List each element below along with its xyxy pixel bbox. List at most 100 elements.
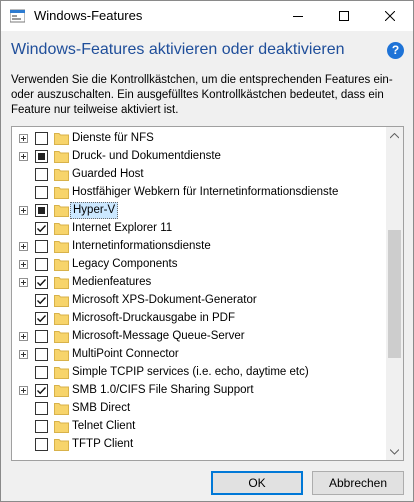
scroll-thumb[interactable] bbox=[388, 230, 401, 358]
feature-checkbox[interactable] bbox=[35, 330, 48, 343]
feature-checkbox[interactable] bbox=[35, 132, 48, 145]
feature-checkbox[interactable] bbox=[35, 384, 48, 397]
feature-checkbox[interactable] bbox=[35, 402, 48, 415]
feature-label: Microsoft-Message Queue-Server bbox=[72, 330, 245, 342]
folder-icon bbox=[54, 277, 69, 289]
maximize-button[interactable] bbox=[321, 1, 367, 31]
scroll-down-arrow-icon bbox=[390, 448, 399, 455]
feature-label: Telnet Client bbox=[72, 420, 136, 432]
feature-checkbox[interactable] bbox=[35, 438, 48, 451]
folder-icon bbox=[54, 403, 69, 415]
feature-row[interactable]: Telnet Client bbox=[12, 417, 386, 435]
folder-icon bbox=[54, 421, 69, 433]
ok-button[interactable]: OK bbox=[211, 471, 303, 495]
expand-plus-icon[interactable] bbox=[19, 386, 28, 395]
folder-icon bbox=[54, 187, 69, 199]
title-bar[interactable]: Windows-Features bbox=[1, 1, 413, 31]
folder-icon bbox=[54, 205, 69, 217]
feature-checkbox[interactable] bbox=[35, 312, 48, 325]
windows-features-dialog: Windows-Features Windows-Features aktivi… bbox=[0, 0, 414, 502]
folder-icon bbox=[54, 151, 69, 163]
checkmark-icon bbox=[37, 297, 47, 305]
feature-checkbox[interactable] bbox=[35, 258, 48, 271]
feature-row[interactable]: Medienfeatures bbox=[12, 273, 386, 291]
feature-checkbox[interactable] bbox=[35, 204, 48, 217]
feature-row[interactable]: Dienste für NFS bbox=[12, 129, 386, 147]
windows-features-app-icon bbox=[10, 9, 25, 23]
folder-icon bbox=[54, 241, 69, 253]
folder-icon bbox=[54, 223, 69, 235]
folder-icon bbox=[54, 367, 69, 379]
feature-checkbox[interactable] bbox=[35, 276, 48, 289]
checkmark-icon bbox=[37, 315, 47, 323]
folder-icon bbox=[54, 133, 69, 145]
feature-label: MultiPoint Connector bbox=[72, 348, 179, 360]
feature-checkbox[interactable] bbox=[35, 150, 48, 163]
feature-row[interactable]: Guarded Host bbox=[12, 165, 386, 183]
feature-row[interactable]: SMB Direct bbox=[12, 399, 386, 417]
scroll-down-button[interactable] bbox=[386, 443, 403, 460]
folder-icon bbox=[54, 439, 69, 451]
expand-plus-icon[interactable] bbox=[19, 260, 28, 269]
feature-row[interactable]: Simple TCPIP services (i.e. echo, daytim… bbox=[12, 363, 386, 381]
feature-checkbox[interactable] bbox=[35, 168, 48, 181]
feature-checkbox[interactable] bbox=[35, 222, 48, 235]
feature-row[interactable]: Microsoft XPS-Dokument-Generator bbox=[12, 291, 386, 309]
feature-row[interactable]: MultiPoint Connector bbox=[12, 345, 386, 363]
features-tree[interactable]: Dienste für NFS Druck- und Dokumentdienst… bbox=[11, 126, 404, 461]
feature-label: TFTP Client bbox=[72, 438, 134, 450]
folder-icon bbox=[54, 385, 69, 397]
scroll-up-arrow-icon bbox=[390, 132, 399, 138]
expand-plus-icon[interactable] bbox=[19, 278, 28, 287]
feature-label: Legacy Components bbox=[72, 258, 178, 270]
maximize-icon bbox=[339, 11, 349, 21]
folder-icon bbox=[54, 349, 69, 361]
feature-checkbox[interactable] bbox=[35, 294, 48, 307]
feature-checkbox[interactable] bbox=[35, 348, 48, 361]
feature-checkbox[interactable] bbox=[35, 240, 48, 253]
minimize-button[interactable] bbox=[275, 1, 321, 31]
expand-plus-icon[interactable] bbox=[19, 332, 28, 341]
feature-row[interactable]: Legacy Components bbox=[12, 255, 386, 273]
dialog-body: Windows-Features aktivieren oder deaktiv… bbox=[1, 31, 413, 501]
feature-checkbox[interactable] bbox=[35, 420, 48, 433]
dialog-description: Verwenden Sie die Kontrollkästchen, um d… bbox=[11, 74, 393, 116]
feature-row[interactable]: Microsoft-Druckausgabe in PDF bbox=[12, 309, 386, 327]
help-icon[interactable]: ? bbox=[387, 42, 404, 59]
folder-icon bbox=[54, 295, 69, 307]
feature-checkbox[interactable] bbox=[35, 186, 48, 199]
feature-row[interactable]: SMB 1.0/CIFS File Sharing Support bbox=[12, 381, 386, 399]
close-button[interactable] bbox=[367, 1, 413, 31]
feature-row[interactable]: Internetinformationsdienste bbox=[12, 237, 386, 255]
folder-icon bbox=[54, 313, 69, 325]
expand-plus-icon[interactable] bbox=[19, 242, 28, 251]
feature-label: Guarded Host bbox=[72, 168, 144, 180]
folder-icon bbox=[54, 169, 69, 181]
feature-label: Microsoft-Druckausgabe in PDF bbox=[72, 312, 235, 324]
checkmark-icon bbox=[37, 387, 47, 395]
feature-label: Medienfeatures bbox=[72, 276, 152, 288]
feature-row[interactable]: Hostfähiger Webkern für Internetinformat… bbox=[12, 183, 386, 201]
close-icon bbox=[385, 11, 395, 21]
feature-label: SMB Direct bbox=[72, 402, 131, 414]
expand-plus-icon[interactable] bbox=[19, 152, 28, 161]
expand-plus-icon[interactable] bbox=[19, 350, 28, 359]
feature-label: Hyper-V bbox=[70, 202, 119, 219]
scroll-up-button[interactable] bbox=[386, 127, 403, 144]
expand-plus-icon[interactable] bbox=[19, 206, 28, 215]
folder-icon bbox=[54, 331, 69, 343]
expand-plus-icon[interactable] bbox=[19, 134, 28, 143]
cancel-button[interactable]: Abbrechen bbox=[312, 471, 404, 495]
folder-icon bbox=[54, 259, 69, 271]
feature-label: Simple TCPIP services (i.e. echo, daytim… bbox=[72, 366, 309, 378]
feature-row[interactable]: Druck- und Dokumentdienste bbox=[12, 147, 386, 165]
vertical-scrollbar[interactable] bbox=[386, 127, 403, 460]
feature-row[interactable]: TFTP Client bbox=[12, 435, 386, 453]
checkmark-icon bbox=[37, 279, 47, 287]
feature-row[interactable]: Microsoft-Message Queue-Server bbox=[12, 327, 386, 345]
feature-row[interactable]: Hyper-V bbox=[12, 201, 386, 219]
feature-row[interactable]: Internet Explorer 11 bbox=[12, 219, 386, 237]
feature-label: Internet Explorer 11 bbox=[72, 222, 173, 234]
feature-label: Hostfähiger Webkern für Internetinformat… bbox=[72, 186, 339, 198]
feature-checkbox[interactable] bbox=[35, 366, 48, 379]
